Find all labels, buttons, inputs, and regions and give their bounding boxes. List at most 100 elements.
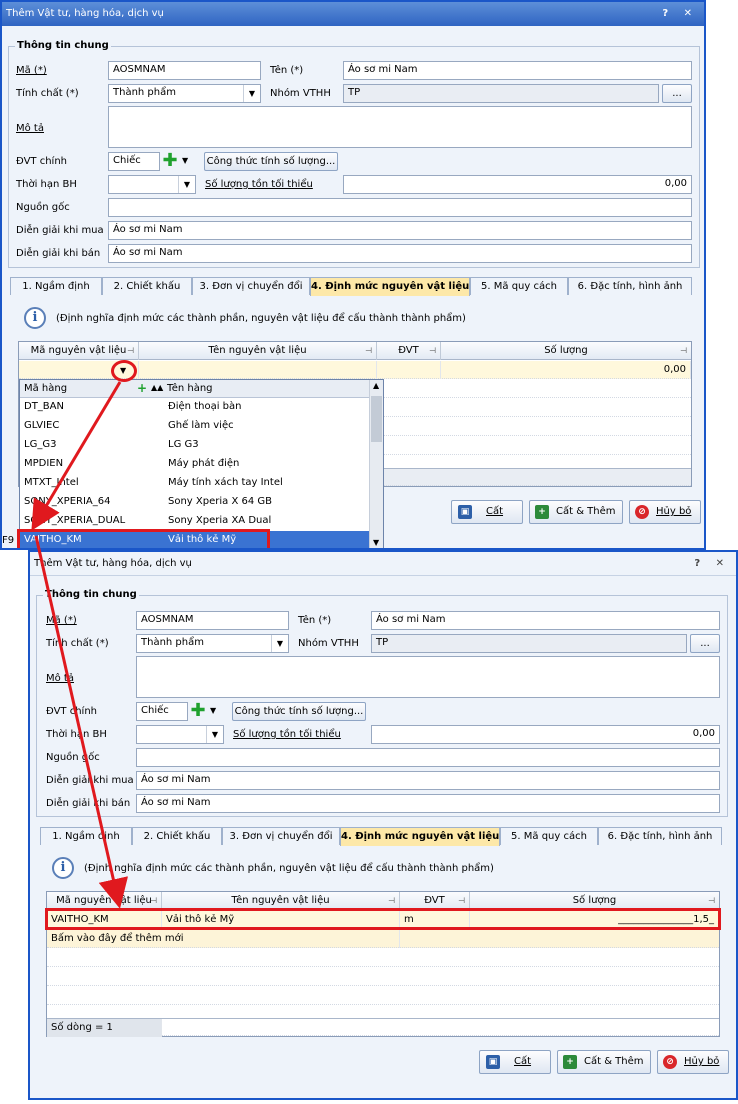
top-ten-input[interactable]: Áo sơ mi Nam [343,61,692,80]
add-item-icon[interactable]: + [137,381,147,395]
binoculars-icon[interactable]: ▲▲ [151,383,163,392]
list-item[interactable]: MPDIEN Máy phát điện [20,455,369,474]
top-sl-ton-input[interactable]: 0,00 [343,175,692,194]
bottom-dg-ban-input[interactable]: Áo sơ mi Nam [136,794,720,813]
pin-icon[interactable]: ⊣ [150,892,157,909]
add-new-row[interactable]: Bấm vào đây để thêm mới [47,930,719,948]
chevron-down-icon[interactable]: ▼ [120,366,126,375]
bottom-title: Thêm Vật tư, hàng hóa, dịch vụ [34,558,192,569]
top-tab-5[interactable]: 5. Mã quy cách [470,277,568,295]
top-dg-ban-input[interactable]: Áo sơ mi Nam [108,244,692,263]
save-icon: ▣ [486,1055,500,1069]
top-tab-1[interactable]: 1. Ngầm định [10,277,102,295]
top-tinh-chat-select[interactable]: Thành phẩm ▼ [108,84,261,103]
top-col-name[interactable]: Tên nguyên vật liệu ⊣ [139,342,377,360]
bottom-title-buttons[interactable]: ? ✕ [694,552,730,576]
bottom-tinh-chat-value: Thành phẩm [141,637,204,648]
top-col-unit[interactable]: ĐVT ⊣ [377,342,441,360]
pin-icon[interactable]: ⊣ [388,892,395,909]
add-new-row-text[interactable]: Bấm vào đây để thêm mới [47,930,400,948]
bottom-dvt-input[interactable]: Chiếc [136,702,188,721]
pin-icon[interactable]: ⊣ [429,342,436,359]
list-item-code: SONY_XPERIA_64 [24,496,111,507]
top-formula-button[interactable]: Công thức tính số lượng... [204,152,338,171]
bottom-save-add-button[interactable]: + Cất & Thêm [557,1050,651,1074]
top-row-qty-cell[interactable]: 0,00 [441,361,691,379]
top-label-ma: Mã (*) [16,65,47,76]
top-save-add-button[interactable]: + Cất & Thêm [529,500,623,524]
scroll-up-icon[interactable]: ▲ [373,381,379,390]
bottom-nhom-input[interactable]: TP [371,634,687,653]
bottom-tinh-chat-select[interactable]: Thành phẩm ▼ [136,634,289,653]
top-tab-2[interactable]: 2. Chiết khấu [102,277,192,295]
chevron-down-icon[interactable]: ▼ [178,176,195,193]
bottom-tab-1[interactable]: 1. Ngầm định [40,827,132,845]
top-thoi-han-select[interactable]: ▼ [108,175,196,194]
top-title-buttons[interactable]: ? ✕ [662,2,698,26]
top-save-button[interactable]: ▣ Cất [451,500,523,524]
top-mo-ta-textarea[interactable] [108,106,692,148]
top-tab-4[interactable]: 4. Định mức nguyên vật liệu [310,277,470,296]
bottom-thoi-han-select[interactable]: ▼ [136,725,224,744]
bottom-label-ma: Mã (*) [46,615,77,626]
add-unit-icon[interactable]: ✚ [189,702,207,720]
top-grid-header: Mã nguyên vật liệu ⊣ Tên nguyên vật liệu ⊣… [19,342,691,360]
bottom-dg-mua-input[interactable]: Áo sơ mi Nam [136,771,720,790]
bottom-nhom-ellipsis-button[interactable]: ... [690,634,720,653]
pin-icon[interactable]: ⊣ [127,342,134,359]
bottom-tab-2[interactable]: 2. Chiết khấu [132,827,222,845]
bottom-tab-3[interactable]: 3. Đơn vị chuyển đổi [222,827,340,845]
scroll-down-icon[interactable]: ▼ [373,538,379,547]
bottom-tab-5[interactable]: 5. Mã quy cách [500,827,598,845]
top-label-nguon-goc: Nguồn gốc [16,202,70,213]
bottom-col-name-label: Tên nguyên vật liệu [231,895,330,906]
bottom-grid-footer: Số dòng = 1 [47,1018,719,1037]
bottom-formula-button[interactable]: Công thức tính số lượng... [232,702,366,721]
bottom-tab-4[interactable]: 4. Định mức nguyên vật liệu [340,827,500,846]
bottom-cancel-button[interactable]: ⊘ Hủy bỏ [657,1050,729,1074]
top-nhom-ellipsis-button[interactable]: ... [662,84,692,103]
top-tab-3[interactable]: 3. Đơn vị chuyển đổi [192,277,310,295]
top-dvt-input[interactable]: Chiếc [108,152,160,171]
top-material-dropdown[interactable]: Mã hàng + ▲▲ Tên hàng DT_BAN Điện thoại b… [19,379,384,548]
cancel-icon: ⊘ [635,505,649,519]
bottom-mo-ta-textarea[interactable] [136,656,720,698]
chevron-down-icon[interactable]: ▼ [182,156,188,165]
list-item[interactable]: LG_G3 LG G3 [20,436,369,455]
scroll-thumb[interactable] [371,396,382,442]
top-row-unit-cell[interactable] [377,361,441,379]
table-row [47,968,719,986]
list-item[interactable]: SONY_XPERIA_64 Sony Xperia X 64 GB [20,493,369,512]
bottom-ten-input[interactable]: Áo sơ mi Nam [371,611,720,630]
chevron-down-icon[interactable]: ▼ [210,706,216,715]
pin-icon[interactable]: ⊣ [365,342,372,359]
list-item[interactable]: MTXT_Intel Máy tính xách tay Intel [20,474,369,493]
top-dg-mua-input[interactable]: Áo sơ mi Nam [108,221,692,240]
top-info-text: (Định nghĩa định mức các thành phần, ngu… [56,313,466,324]
bottom-tab-6[interactable]: 6. Đặc tính, hình ảnh [598,827,722,845]
top-col-qty[interactable]: Số lượng ⊣ [441,342,691,360]
top-cancel-button[interactable]: ⊘ Hủy bỏ [629,500,701,524]
chevron-down-icon[interactable]: ▼ [271,635,288,652]
top-nguon-goc-input[interactable] [108,198,692,217]
pin-icon[interactable]: ⊣ [708,892,715,909]
list-item[interactable]: DT_BAN Điện thoại bàn [20,398,369,417]
bottom-save-button[interactable]: ▣ Cất [479,1050,551,1074]
top-col-code[interactable]: Mã nguyên vật liệu ⊣ [19,342,139,360]
top-ma-input[interactable]: AOSMNAM [108,61,261,80]
top-nhom-input[interactable]: TP [343,84,659,103]
bottom-ma-input[interactable]: AOSMNAM [136,611,289,630]
pin-icon[interactable]: ⊣ [458,892,465,909]
top-row-name-cell[interactable] [139,361,377,379]
list-item-code: DT_BAN [24,401,64,412]
bottom-sl-ton-input[interactable]: 0,00 [371,725,720,744]
chevron-down-icon[interactable]: ▼ [206,726,223,743]
list-item-name: Điện thoại bàn [168,401,242,412]
pin-icon[interactable]: ⊣ [680,342,687,359]
top-tab-6[interactable]: 6. Đặc tính, hình ảnh [568,277,692,295]
chevron-down-icon[interactable]: ▼ [243,85,260,102]
list-item[interactable]: GLVIEC Ghế làm việc [20,417,369,436]
dropdown-scrollbar[interactable]: ▲ ▼ [369,380,383,548]
add-unit-icon[interactable]: ✚ [161,152,179,170]
bottom-nguon-goc-input[interactable] [136,748,720,767]
